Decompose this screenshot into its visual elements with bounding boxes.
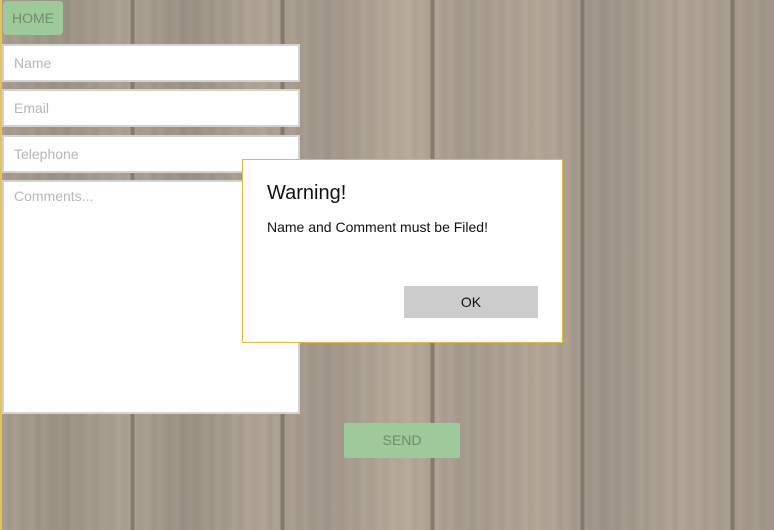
dialog-title: Warning! xyxy=(267,182,347,204)
email-input[interactable] xyxy=(2,89,300,127)
dialog-message: Name and Comment must be Filed! xyxy=(267,219,488,235)
warning-dialog: Warning! Name and Comment must be Filed!… xyxy=(242,159,563,343)
home-button[interactable]: HOME xyxy=(3,1,63,35)
ok-button[interactable]: OK xyxy=(404,286,538,318)
send-button[interactable]: SEND xyxy=(344,423,460,458)
name-input[interactable] xyxy=(2,44,300,82)
app-window: HOME SEND Warning! Name and Comment must… xyxy=(0,0,774,530)
